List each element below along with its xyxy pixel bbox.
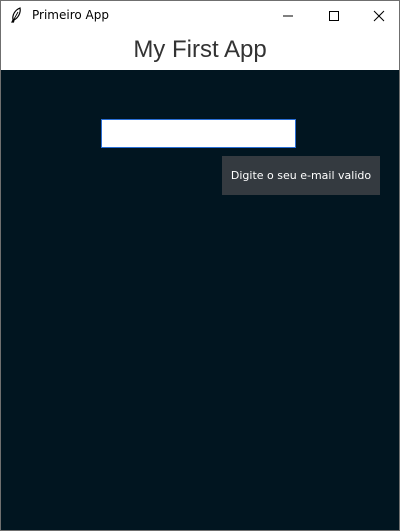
minimize-icon bbox=[283, 15, 293, 16]
page-title: My First App bbox=[133, 36, 267, 63]
maximize-button[interactable] bbox=[311, 1, 357, 30]
title-bar[interactable]: Primeiro App bbox=[1, 1, 399, 30]
feather-icon bbox=[9, 7, 23, 23]
minimize-button[interactable] bbox=[265, 1, 311, 30]
close-icon bbox=[373, 10, 385, 21]
window-title: Primeiro App bbox=[32, 8, 109, 22]
header: My First App bbox=[1, 30, 399, 70]
email-field[interactable] bbox=[101, 119, 296, 148]
close-button[interactable] bbox=[356, 1, 400, 30]
main-content: Digite o seu e-mail valido bbox=[1, 70, 399, 530]
tooltip: Digite o seu e-mail valido bbox=[222, 156, 380, 195]
app-window: Primeiro App My First App Digite o seu e… bbox=[0, 0, 400, 531]
maximize-icon bbox=[329, 10, 339, 21]
